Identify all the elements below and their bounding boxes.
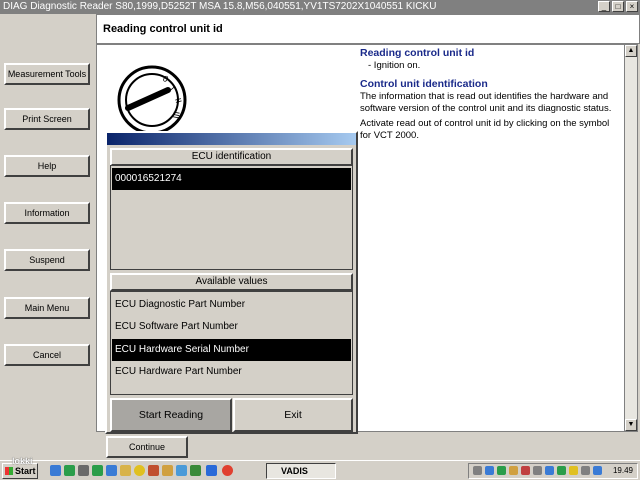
information-button[interactable]: Information <box>4 202 90 224</box>
ecu-identification-header: ECU identification <box>110 148 353 166</box>
volume-icon[interactable] <box>581 466 590 475</box>
dialog-titlebar <box>107 133 356 145</box>
activation-instruction: Activate read out of control unit id by … <box>360 118 610 141</box>
identification-description: The information that is read out identif… <box>360 91 612 114</box>
tray-icon[interactable] <box>533 466 542 475</box>
clock: 19.49 <box>612 466 633 475</box>
close-button[interactable]: × <box>626 1 638 12</box>
tray-icon[interactable] <box>497 466 506 475</box>
quick-launch-icon[interactable] <box>120 465 131 476</box>
quick-launch-icon[interactable] <box>176 465 187 476</box>
tray-icon[interactable] <box>473 466 482 475</box>
page-title: Reading control unit id <box>103 23 223 35</box>
vadis-label: VADIS <box>281 466 308 476</box>
taskbar: Start VADIS 19.49 <box>0 460 640 480</box>
minimize-button[interactable]: _ <box>598 1 610 12</box>
taskbar-item-vadis[interactable]: VADIS <box>266 463 336 479</box>
window-title: DIAG Diagnostic Reader S80,1999,D5252T M… <box>3 1 437 12</box>
quick-launch-icon[interactable] <box>148 465 159 476</box>
windows-logo-icon <box>5 467 13 475</box>
quick-launch-icon[interactable] <box>206 465 217 476</box>
tray-icon[interactable] <box>569 466 578 475</box>
list-item[interactable]: ECU Software Part Number <box>112 316 351 338</box>
tray-icon[interactable] <box>557 466 566 475</box>
quick-launch-icon[interactable] <box>162 465 173 476</box>
suspend-button[interactable]: Suspend <box>4 249 90 271</box>
vertical-scrollbar[interactable]: ▲ ▼ <box>624 44 638 432</box>
window-controls: _ □ × <box>598 1 638 12</box>
tray-icon[interactable] <box>521 466 530 475</box>
quick-launch-icon[interactable] <box>190 465 201 476</box>
browser-icon[interactable] <box>106 465 117 476</box>
instructions-heading: Reading control unit id <box>360 47 475 59</box>
smiley-icon[interactable] <box>134 465 145 476</box>
main-menu-button[interactable]: Main Menu <box>4 297 90 319</box>
quick-launch-icon[interactable] <box>92 465 103 476</box>
cancel-button[interactable]: Cancel <box>4 344 90 366</box>
chrome-icon[interactable] <box>222 465 233 476</box>
list-item[interactable]: ECU Hardware Part Number <box>112 361 351 383</box>
continue-button[interactable]: Continue <box>106 436 188 458</box>
print-screen-button[interactable]: Print Screen <box>4 108 90 130</box>
quick-launch-icon[interactable] <box>64 465 75 476</box>
available-values-header: Available values <box>110 273 353 291</box>
ignition-instruction: - Ignition on. <box>368 60 421 71</box>
exit-button[interactable]: Exit <box>233 398 353 432</box>
list-item[interactable]: ECU Diagnostic Part Number <box>112 294 351 316</box>
ignition-switch-icon[interactable]: 0 I II III <box>116 64 188 136</box>
start-label: Start <box>15 466 36 476</box>
network-icon[interactable] <box>593 466 602 475</box>
help-button[interactable]: Help <box>4 155 90 177</box>
arrow-down-icon[interactable]: ▼ <box>625 419 637 431</box>
measurement-tools-button[interactable]: Measurement Tools <box>4 63 90 85</box>
identification-heading: Control unit identification <box>360 78 488 90</box>
available-values-list: ECU Diagnostic Part Number ECU Software … <box>110 291 353 395</box>
sidebar: Measurement Tools Print Screen Help Info… <box>0 14 96 460</box>
ecu-id-value[interactable]: 000016521274 <box>112 168 351 190</box>
arrow-up-icon[interactable]: ▲ <box>625 45 637 57</box>
start-reading-button[interactable]: Start Reading <box>110 398 232 432</box>
desktop-icon[interactable] <box>50 465 61 476</box>
system-tray: 19.49 <box>468 463 638 479</box>
window-titlebar: DIAG Diagnostic Reader S80,1999,D5252T M… <box>0 0 640 14</box>
tray-icon[interactable] <box>485 466 494 475</box>
maximize-button[interactable]: □ <box>612 1 624 12</box>
ecu-identification-list: 000016521274 <box>110 165 353 270</box>
list-item[interactable]: ECU Hardware Serial Number <box>112 339 351 361</box>
quick-launch-icon[interactable] <box>78 465 89 476</box>
ecu-identification-dialog: ECU identification 000016521274 Availabl… <box>105 131 358 434</box>
watermark: lokki <box>12 456 33 466</box>
instructions-panel: Reading control unit id - Ignition on. C… <box>360 47 618 145</box>
page-header: Reading control unit id <box>96 14 640 44</box>
tray-icon[interactable] <box>509 466 518 475</box>
tray-icon[interactable] <box>545 466 554 475</box>
